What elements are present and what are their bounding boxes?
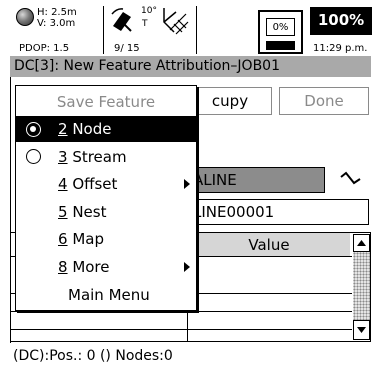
- menu-item-more[interactable]: 8 More: [16, 254, 196, 280]
- save-feature-menu: Save Feature 2 Node 3 Stream 4 Offset 5 Nes…: [15, 85, 197, 311]
- window-title: DC[3]: New Feature Attribution–JOB01: [10, 56, 371, 77]
- value-column-header[interactable]: Value: [188, 233, 350, 256]
- storage-icon[interactable]: 0%: [258, 10, 303, 54]
- scroll-track[interactable]: [353, 252, 370, 320]
- menu-item-offset[interactable]: 4 Offset: [16, 171, 196, 197]
- menu-item-stream[interactable]: 3 Stream: [16, 144, 196, 170]
- battery-indicator[interactable]: 100%: [310, 7, 372, 33]
- sat-mode: T: [142, 19, 148, 29]
- menu-item-nest[interactable]: 5 Nest: [16, 199, 196, 225]
- menu-item-label: 2 Node: [58, 120, 112, 138]
- radio-dot: [30, 125, 36, 132]
- table-scrollbar[interactable]: [352, 233, 370, 341]
- pdop: PDOP: 1.5: [19, 43, 70, 54]
- menu-item-label: 8 More: [58, 257, 110, 276]
- menu-item-shortcut: 3: [58, 147, 68, 166]
- menu-item-map[interactable]: 6 Map: [16, 226, 196, 252]
- sat-elevation: 10°: [141, 6, 157, 16]
- menu-item-label: 3 Stream: [58, 147, 127, 166]
- radio-checked-icon: [26, 121, 41, 137]
- submenu-arrow-icon: [184, 261, 190, 272]
- menu-item-shortcut: 4: [58, 175, 68, 193]
- arrow-down-icon: [357, 327, 366, 333]
- submenu-arrow-icon: [184, 179, 190, 189]
- storage-icon-base: [266, 41, 295, 50]
- radio-unchecked-icon: [26, 149, 41, 164]
- h-accuracy: H: 2.5m: [37, 7, 77, 18]
- main-menu-label: Main Menu: [68, 286, 150, 304]
- feature-code-field[interactable]: ALINE: [188, 167, 325, 193]
- satellite-icon[interactable]: [109, 6, 139, 36]
- menu-item-node[interactable]: 2 Node: [16, 116, 196, 142]
- menu-item-shortcut: 5: [58, 202, 68, 221]
- radio-link-icon[interactable]: [158, 6, 190, 40]
- done-button[interactable]: Done: [279, 87, 369, 115]
- arrow-up-icon: [357, 240, 366, 246]
- v-accuracy: V: 3.0m: [37, 18, 76, 29]
- feature-name-field[interactable]: LINE00001: [188, 199, 369, 225]
- storage-percent: 0%: [266, 18, 295, 36]
- bottom-status: (DC):Pos.: 0 () Nodes:0: [13, 348, 173, 364]
- menu-item-shortcut: 8: [58, 257, 68, 276]
- occupy-button[interactable]: cupy: [188, 87, 272, 115]
- menu-item-shortcut: 2: [58, 120, 68, 138]
- main-menu-item[interactable]: Main Menu: [16, 282, 196, 308]
- menu-item-label: 6 Map: [58, 230, 104, 248]
- sat-counts: 9/ 15: [114, 43, 140, 54]
- clock: 11:29 p.m.: [313, 43, 368, 54]
- feature-line-icon[interactable]: [338, 168, 364, 192]
- status-bar: H: 2.5m V: 3.0m PDOP: 1.5 10° T 9/ 15 0%…: [0, 0, 379, 57]
- menu-item-label: 5 Nest: [58, 202, 107, 221]
- menu-header: Save Feature: [56, 93, 156, 111]
- scroll-down-button[interactable]: [353, 320, 370, 340]
- gps-status-icon[interactable]: [16, 8, 34, 26]
- status-divider: [196, 6, 197, 54]
- scroll-up-button[interactable]: [353, 234, 370, 252]
- menu-item-shortcut: 6: [58, 230, 68, 248]
- status-divider: [103, 6, 104, 54]
- menu-item-label: 4 Offset: [58, 175, 118, 193]
- battery-underline: [310, 33, 372, 35]
- window-border: [10, 77, 11, 343]
